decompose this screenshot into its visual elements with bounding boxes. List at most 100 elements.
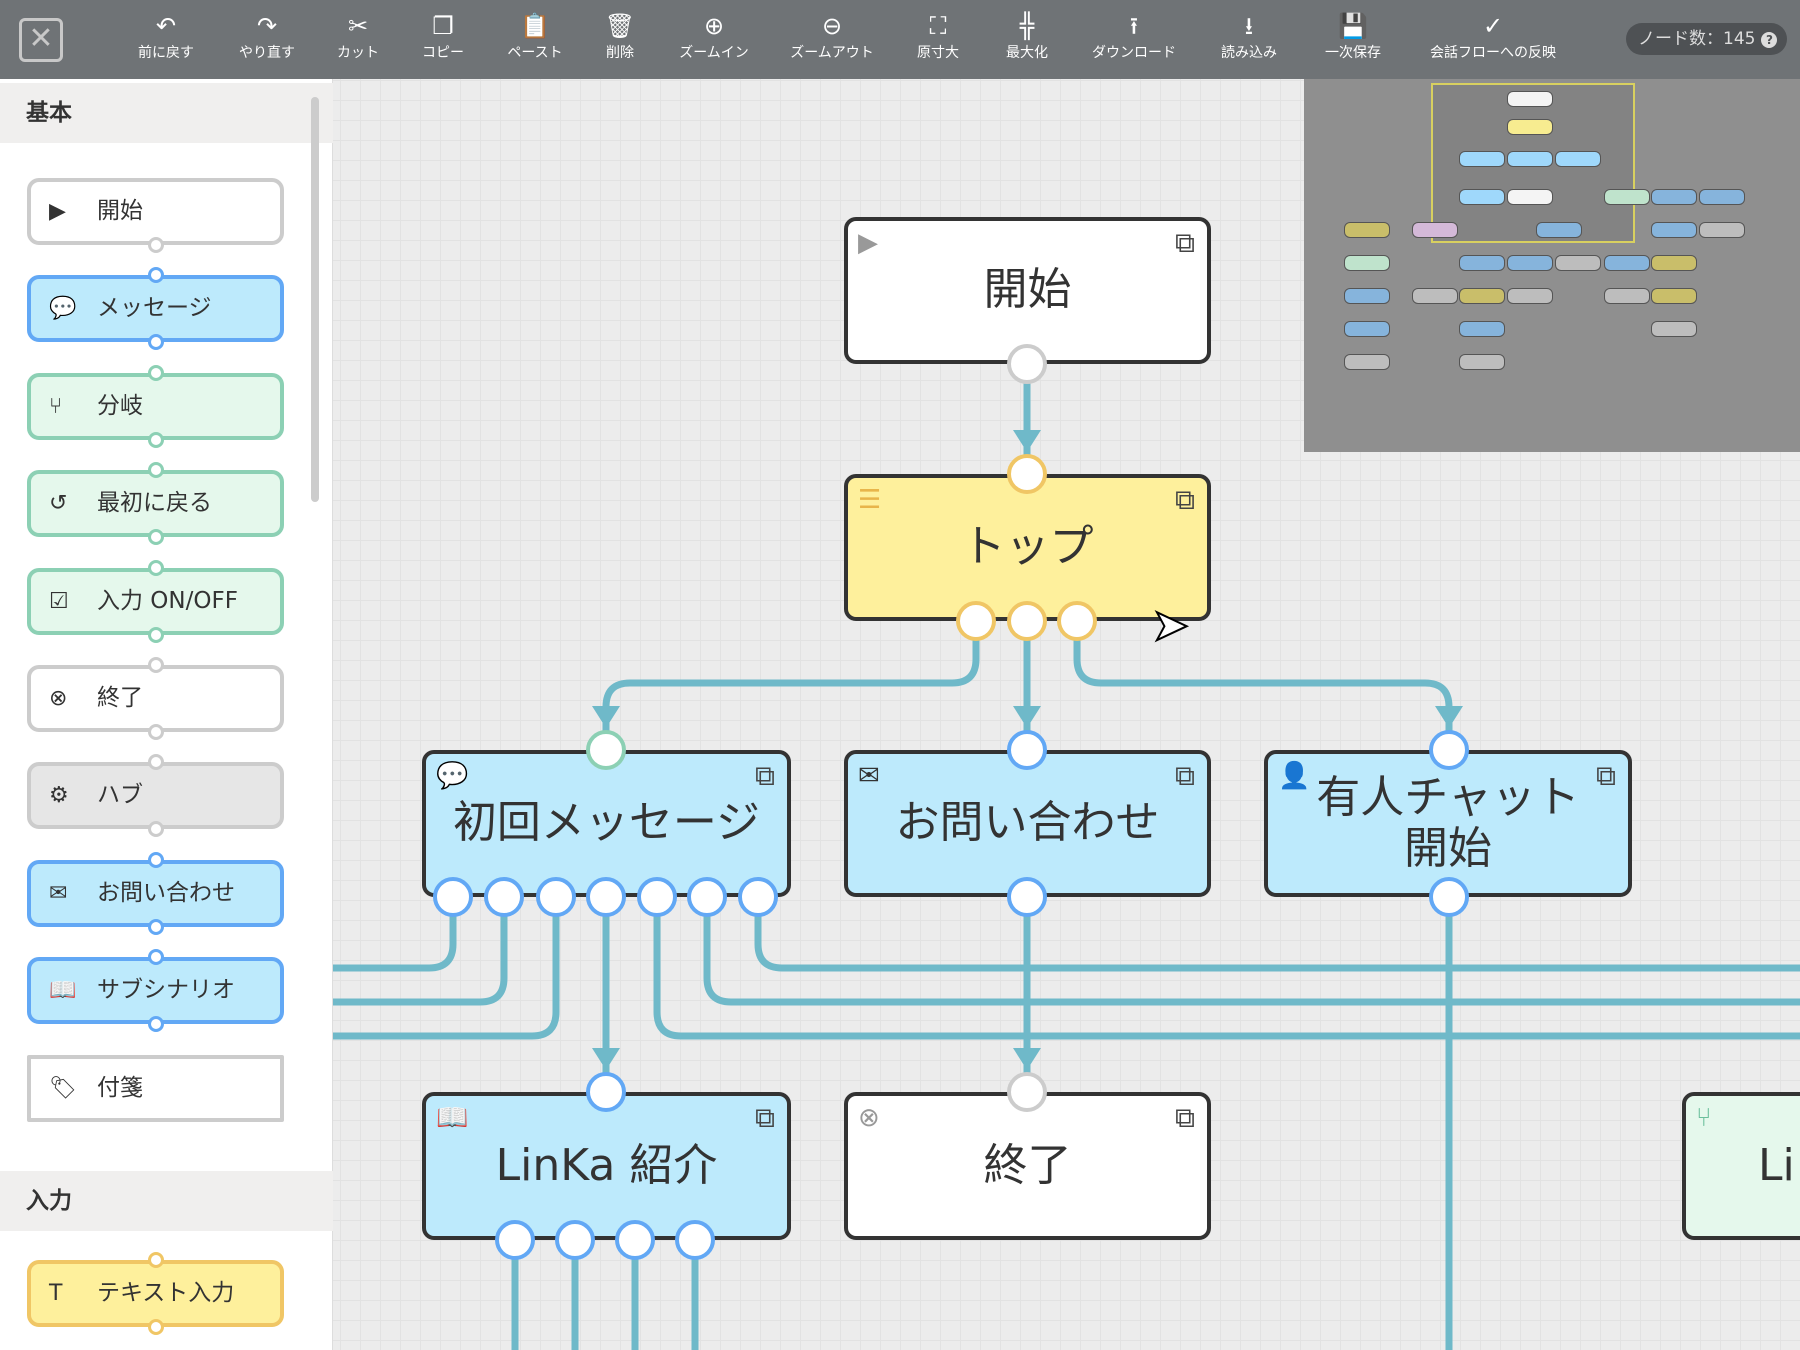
button-label: 削除 (606, 45, 634, 61)
palette-label: お問い合わせ (97, 879, 235, 906)
button-label: 読み込み (1221, 45, 1277, 61)
open-external-icon[interactable]: ⧉ (755, 759, 775, 792)
check-circle-button[interactable]: ✓ 会話フローへの反映 (1430, 12, 1556, 62)
sidebar-scrollbar[interactable] (311, 97, 319, 502)
download-icon: ⭱ (1129, 12, 1139, 40)
node-first-message[interactable]: 💬 ⧉ 初回メッセージ (422, 750, 791, 897)
node-count: ノード数：145 (1638, 29, 1756, 49)
palette-icon: 📖 (49, 978, 77, 1004)
palette-item[interactable]: T テキスト入力 (27, 1252, 284, 1335)
connector[interactable] (333, 897, 457, 972)
palette-item[interactable]: 🏷 付箋 (27, 1054, 284, 1122)
minimap-node (1459, 189, 1505, 205)
scissors-icon: ✂ (347, 12, 369, 40)
palette-item[interactable]: ☑ 入力 ON/OFF (27, 559, 284, 643)
minimap-node (1507, 189, 1553, 205)
download-button[interactable]: ⭱ ダウンロード (1092, 12, 1176, 62)
node-inquiry[interactable]: ✉ ⧉ お問い合わせ (844, 750, 1211, 897)
open-external-icon[interactable]: ⧉ (1596, 759, 1616, 792)
button-label: やり直す (239, 45, 295, 61)
minimap-node (1344, 222, 1390, 238)
arrow-head-icon (1013, 706, 1041, 728)
zoom-out-icon: ⊖ (821, 12, 843, 40)
button-label: 一次保存 (1325, 45, 1381, 61)
node-linka-intro[interactable]: 📖 ⧉ LinKa 紹介 (422, 1092, 791, 1240)
scissors-button[interactable]: ✂ カット (337, 12, 379, 62)
palette-label: 付箋 (97, 1074, 143, 1101)
maximize-button[interactable]: ╬ 最大化 (1006, 12, 1048, 62)
minimap-node (1344, 255, 1390, 271)
palette-label: 開始 (97, 198, 143, 224)
palette-item[interactable]: ▶ 開始 (27, 178, 284, 253)
palette-label: 入力 ON/OFF (97, 587, 238, 614)
palette-item[interactable]: ↺ 最初に戻る (27, 462, 284, 546)
connector[interactable] (333, 897, 508, 1006)
palette-item[interactable]: 💬 メッセージ (27, 267, 284, 351)
book-icon: 📖 (436, 1103, 469, 1133)
connector[interactable] (1073, 621, 1453, 750)
handle (147, 626, 164, 643)
trash-button[interactable]: 🗑 削除 (605, 12, 635, 62)
minimap-node (1699, 189, 1745, 205)
palette-item[interactable]: 📖 サブシナリオ (27, 949, 284, 1033)
section-input: 入力 (0, 1171, 333, 1231)
open-external-icon[interactable]: ⧉ (1175, 483, 1195, 516)
redo-button[interactable]: ↷ やり直す (239, 12, 295, 62)
palette-item[interactable]: ✉ お問い合わせ (27, 851, 284, 935)
handle (147, 1319, 164, 1335)
palette-item[interactable]: ⊗ 終了 (27, 657, 284, 740)
minimap[interactable] (1304, 79, 1800, 452)
minimap-node (1459, 151, 1505, 167)
minimap-node (1344, 321, 1390, 337)
paste-button[interactable]: 📋 ペースト (507, 12, 562, 62)
minimap-node (1459, 321, 1505, 337)
actual-size-button[interactable]: ⛶ 原寸大 (917, 12, 959, 62)
palette-item[interactable]: ⚙ ハブ (27, 754, 284, 838)
minimap-node (1459, 354, 1505, 370)
palette-icon: T (49, 1281, 63, 1306)
palette-icon: ⑂ (49, 393, 63, 419)
handle (147, 918, 164, 935)
handle (147, 334, 164, 351)
open-external-icon[interactable]: ⧉ (1175, 759, 1195, 792)
arrow-head-icon (1013, 430, 1041, 452)
node-start[interactable]: ▶ ⧉ 開始 (844, 217, 1211, 364)
toolbar: ✕ ↶ 前に戻す ↷ やり直す ✂ カット ❐ コピー 📋 ペースト 🗑 削除 ⊕ ズームイン ⊖ ズームアウ… (0, 0, 1800, 79)
trash-icon: 🗑 (604, 12, 636, 40)
connector[interactable] (703, 897, 1800, 1006)
import-button[interactable]: ⭳ 読み込み (1221, 12, 1277, 62)
node-top[interactable]: ☰ ⧉ トップ (844, 474, 1211, 621)
zoom-in-button[interactable]: ⊕ ズームイン (679, 12, 749, 62)
handle (147, 237, 164, 253)
handle (147, 949, 164, 966)
arrow-head-icon (1435, 706, 1463, 728)
mouse-cursor-icon: ➤ (1151, 599, 1190, 652)
node-end[interactable]: ⊗ ⧉ 終了 (844, 1092, 1211, 1240)
minimap-node (1459, 255, 1505, 271)
palette-label: 終了 (97, 685, 143, 711)
zoom-out-button[interactable]: ⊖ ズームアウト (790, 12, 874, 62)
node-palette-sidebar: 基本 入力 ▶ 開始 💬 メッセージ ⑂ 分岐 ↺ 最初に戻る ☑ 入力 ON/OFF ⊗ 終了 ⚙ ハブ… (0, 79, 333, 1350)
minimap-node (1555, 255, 1601, 271)
open-external-icon[interactable]: ⧉ (1175, 226, 1195, 259)
undo-button[interactable]: ↶ 前に戻す (138, 12, 194, 62)
connector[interactable] (754, 897, 1800, 972)
connector[interactable] (602, 621, 980, 750)
node-label: 終了 (983, 1139, 1072, 1191)
save-button[interactable]: 💾 一次保存 (1325, 12, 1381, 62)
handle (147, 1016, 164, 1033)
close-button[interactable]: ✕ (19, 18, 63, 62)
palette-item[interactable]: ⑂ 分岐 (27, 364, 284, 448)
minimap-node (1651, 189, 1697, 205)
minimap-node (1651, 255, 1697, 271)
minimap-node (1459, 288, 1505, 304)
minimap-node (1507, 91, 1553, 107)
copy-icon: ❐ (432, 12, 454, 40)
help-icon[interactable]: ? (1761, 32, 1778, 48)
copy-button[interactable]: ❐ コピー (422, 12, 464, 62)
node-live-chat[interactable]: 👤 ⧉ 有人チャット 開始 (1264, 750, 1632, 897)
palette-label: テキスト入力 (97, 1280, 235, 1306)
node-branch-partial[interactable]: ⑂ Li (1682, 1092, 1800, 1240)
open-external-icon[interactable]: ⧉ (1175, 1101, 1195, 1134)
open-external-icon[interactable]: ⧉ (755, 1101, 775, 1134)
